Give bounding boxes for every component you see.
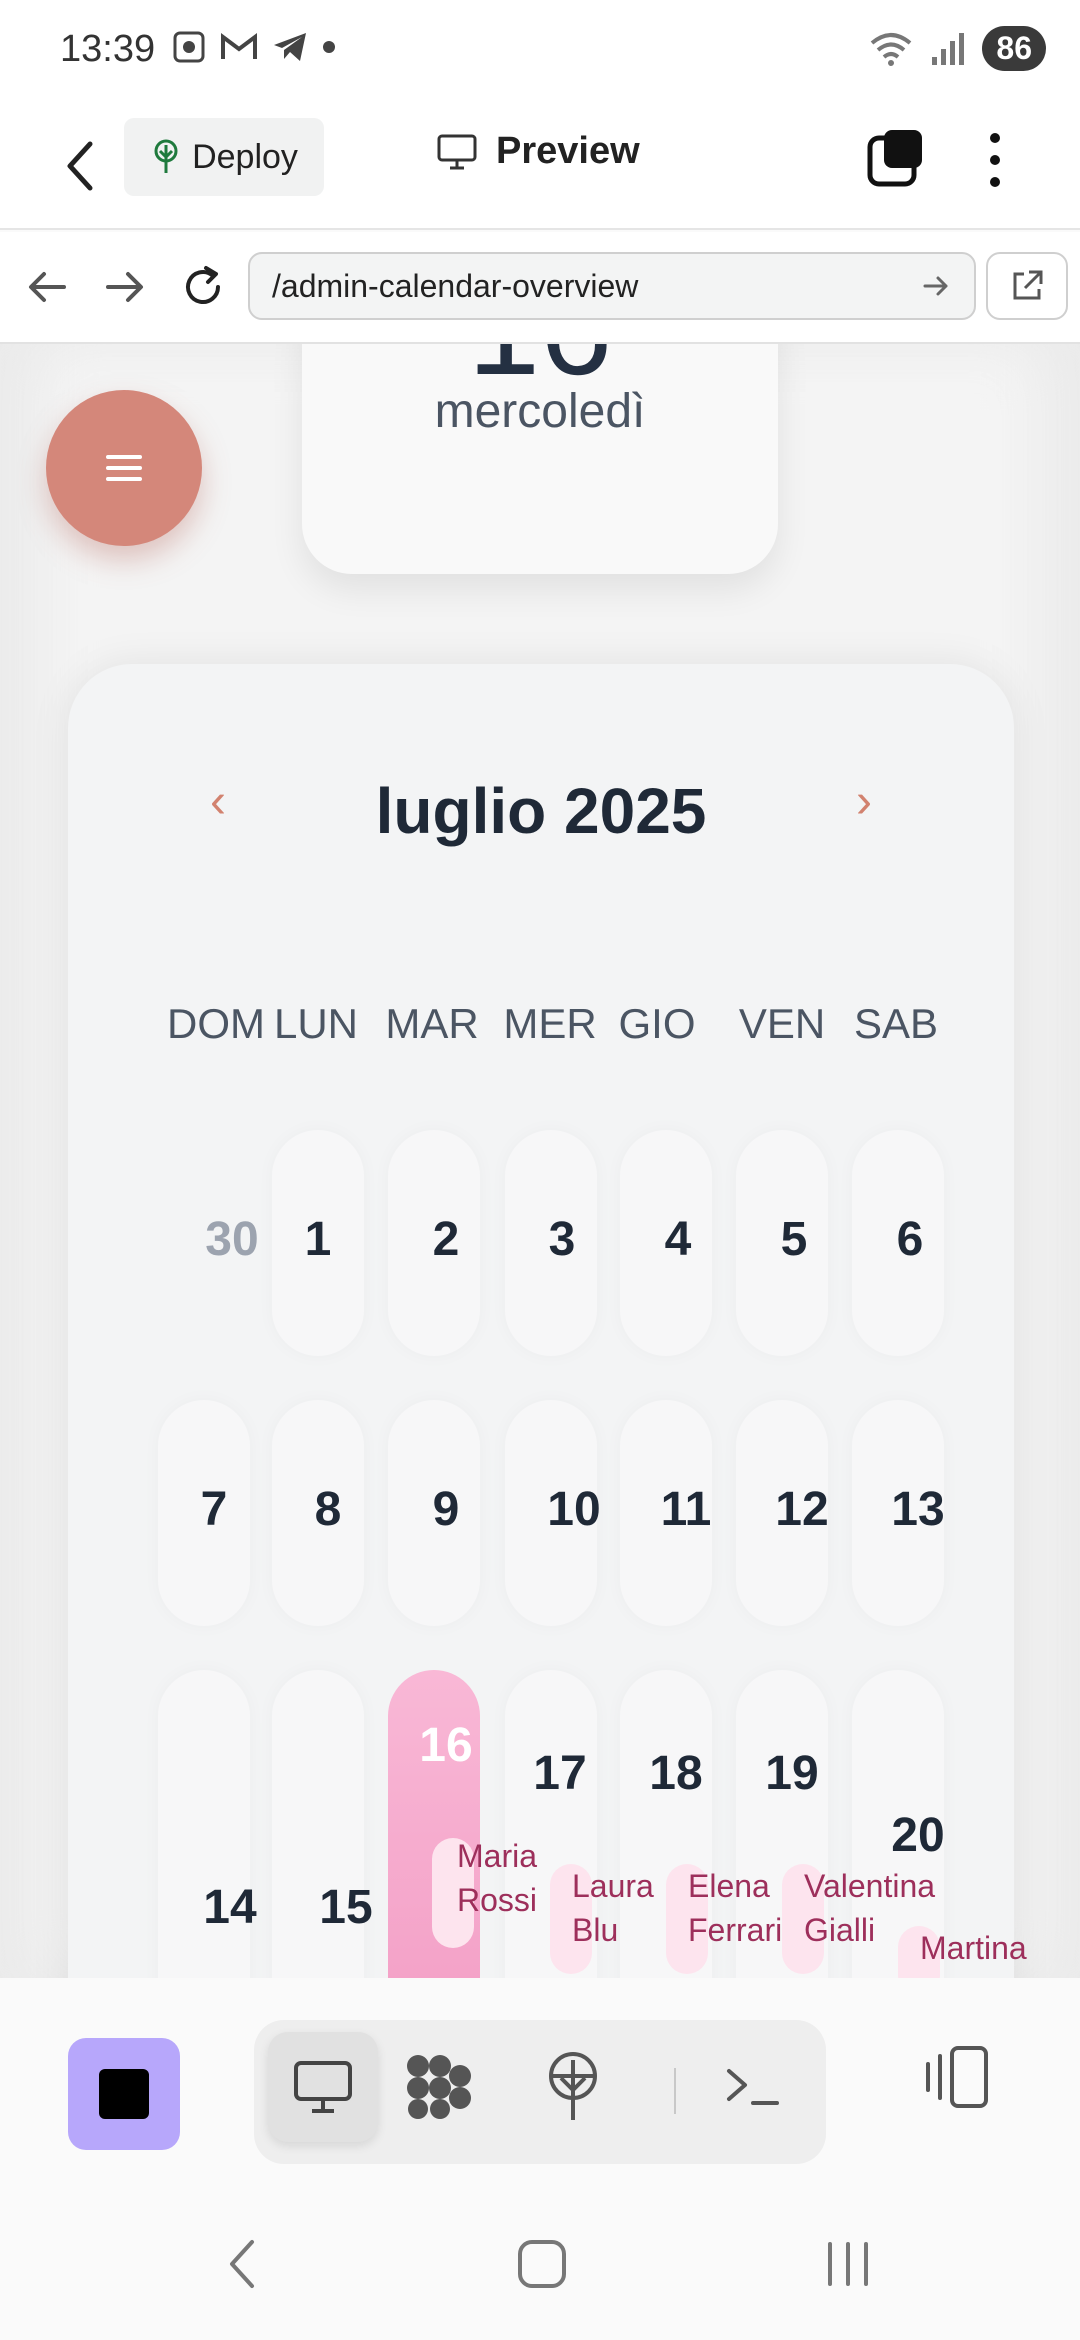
deploy-label: Deploy	[192, 137, 298, 176]
event-elena-ferrari[interactable]: Elena Ferrari	[688, 1864, 782, 1952]
day-number[interactable]: 20	[860, 1808, 976, 1863]
back-arrow-icon[interactable]	[56, 136, 104, 196]
date-weekday: mercoledì	[434, 385, 646, 438]
weekday-header: SAB	[853, 1000, 939, 1047]
more-options-icon[interactable]	[980, 128, 1010, 192]
day-number[interactable]: 15	[288, 1880, 404, 1935]
day-number[interactable]: 17	[502, 1746, 618, 1801]
day-number[interactable]: 11	[628, 1482, 744, 1537]
preview-title: Preview	[436, 130, 640, 173]
weekday-header: VEN	[738, 1000, 826, 1047]
screenshot-icon	[173, 31, 205, 63]
day-number[interactable]: 8	[270, 1482, 386, 1537]
wifi-icon	[871, 32, 912, 66]
app-bar: Deploy Preview	[0, 100, 1080, 230]
deploy-tree-icon	[154, 139, 178, 173]
status-bar: 13:39 86	[0, 0, 1080, 100]
weekday-header: MER	[503, 1000, 597, 1047]
weekday-header: DOM	[167, 1000, 265, 1047]
day-number[interactable]: 2	[388, 1212, 504, 1267]
day-number[interactable]: 7	[156, 1482, 272, 1537]
weekday-header: GIO	[618, 1000, 696, 1047]
stop-icon	[99, 2069, 149, 2119]
next-month-button[interactable]: ›	[844, 774, 884, 828]
layout-switch-icon[interactable]	[922, 2042, 992, 2112]
day-number[interactable]: 12	[744, 1482, 860, 1537]
weekday-header: MAR	[385, 1000, 479, 1047]
reload-icon[interactable]	[178, 262, 228, 312]
event-laura-blu[interactable]: Laura Blu	[572, 1864, 654, 1952]
terminal-icon	[727, 2069, 779, 2105]
day-number[interactable]: 9	[388, 1482, 504, 1537]
monitor-icon	[437, 134, 477, 169]
day-number[interactable]: 10	[516, 1482, 632, 1537]
battery-indicator: 86	[982, 26, 1046, 71]
url-input[interactable]: /admin-calendar-overview	[248, 252, 976, 320]
day-number[interactable]: 3	[504, 1212, 620, 1267]
monitor-icon	[294, 2061, 352, 2113]
cluster-icon	[407, 2055, 471, 2119]
nav-back-icon[interactable]	[22, 262, 72, 312]
external-link-icon	[1013, 270, 1043, 300]
mode-deploy-button[interactable]	[518, 2032, 628, 2142]
calendar-card: ‹ luglio 2025 › DOM LUN MAR MER GIO VEN …	[68, 664, 1027, 1978]
day-number[interactable]: 18	[618, 1746, 734, 1801]
system-recents-icon[interactable]	[818, 2234, 878, 2294]
day-number[interactable]: 14	[172, 1880, 288, 1935]
today-day-number[interactable]: 16	[388, 1718, 504, 1773]
deploy-tree-icon	[549, 2052, 597, 2120]
day-number[interactable]: 6	[852, 1212, 968, 1267]
mode-terminal-button[interactable]	[698, 2032, 808, 2142]
deploy-button[interactable]: Deploy	[124, 118, 324, 196]
event-maria-rossi[interactable]: Maria Rossi	[457, 1834, 537, 1922]
gmail-icon	[221, 33, 257, 59]
day-number[interactable]: 4	[620, 1212, 736, 1267]
status-time: 13:39	[60, 28, 156, 70]
event-martina[interactable]: Martina	[920, 1926, 1027, 1970]
day-number[interactable]: 5	[736, 1212, 852, 1267]
bottom-toolbar	[0, 1978, 1080, 2196]
day-number[interactable]: 19	[734, 1746, 850, 1801]
day-number[interactable]: 1	[260, 1212, 376, 1267]
menu-button[interactable]	[46, 390, 202, 546]
nav-forward-icon[interactable]	[100, 262, 150, 312]
go-arrow-icon[interactable]	[920, 270, 952, 302]
mode-cluster-button[interactable]	[384, 2032, 494, 2142]
tabs-icon[interactable]	[866, 128, 926, 192]
url-bar: /admin-calendar-overview	[0, 232, 1080, 344]
url-text: /admin-calendar-overview	[272, 267, 639, 304]
preview-label: Preview	[496, 130, 640, 172]
date-card: 16 mercoledì	[302, 344, 778, 574]
telegram-icon	[274, 33, 306, 61]
mode-preview-button[interactable]	[268, 2032, 378, 2142]
dot-icon	[323, 41, 335, 53]
day-number[interactable]: 13	[860, 1482, 976, 1537]
system-back-icon[interactable]	[214, 2234, 274, 2294]
signal-icon	[932, 32, 965, 65]
open-external-button[interactable]	[986, 252, 1068, 320]
page-content: 16 mercoledì ‹ luglio 2025 › DOM LUN MAR…	[0, 344, 1080, 1978]
system-navigation-bar	[0, 2190, 1080, 2340]
mode-switcher	[254, 2020, 826, 2164]
hamburger-icon	[106, 455, 142, 481]
system-home-icon[interactable]	[512, 2234, 572, 2294]
weekday-header: LUN	[273, 1000, 359, 1047]
stop-button[interactable]	[68, 2038, 180, 2150]
